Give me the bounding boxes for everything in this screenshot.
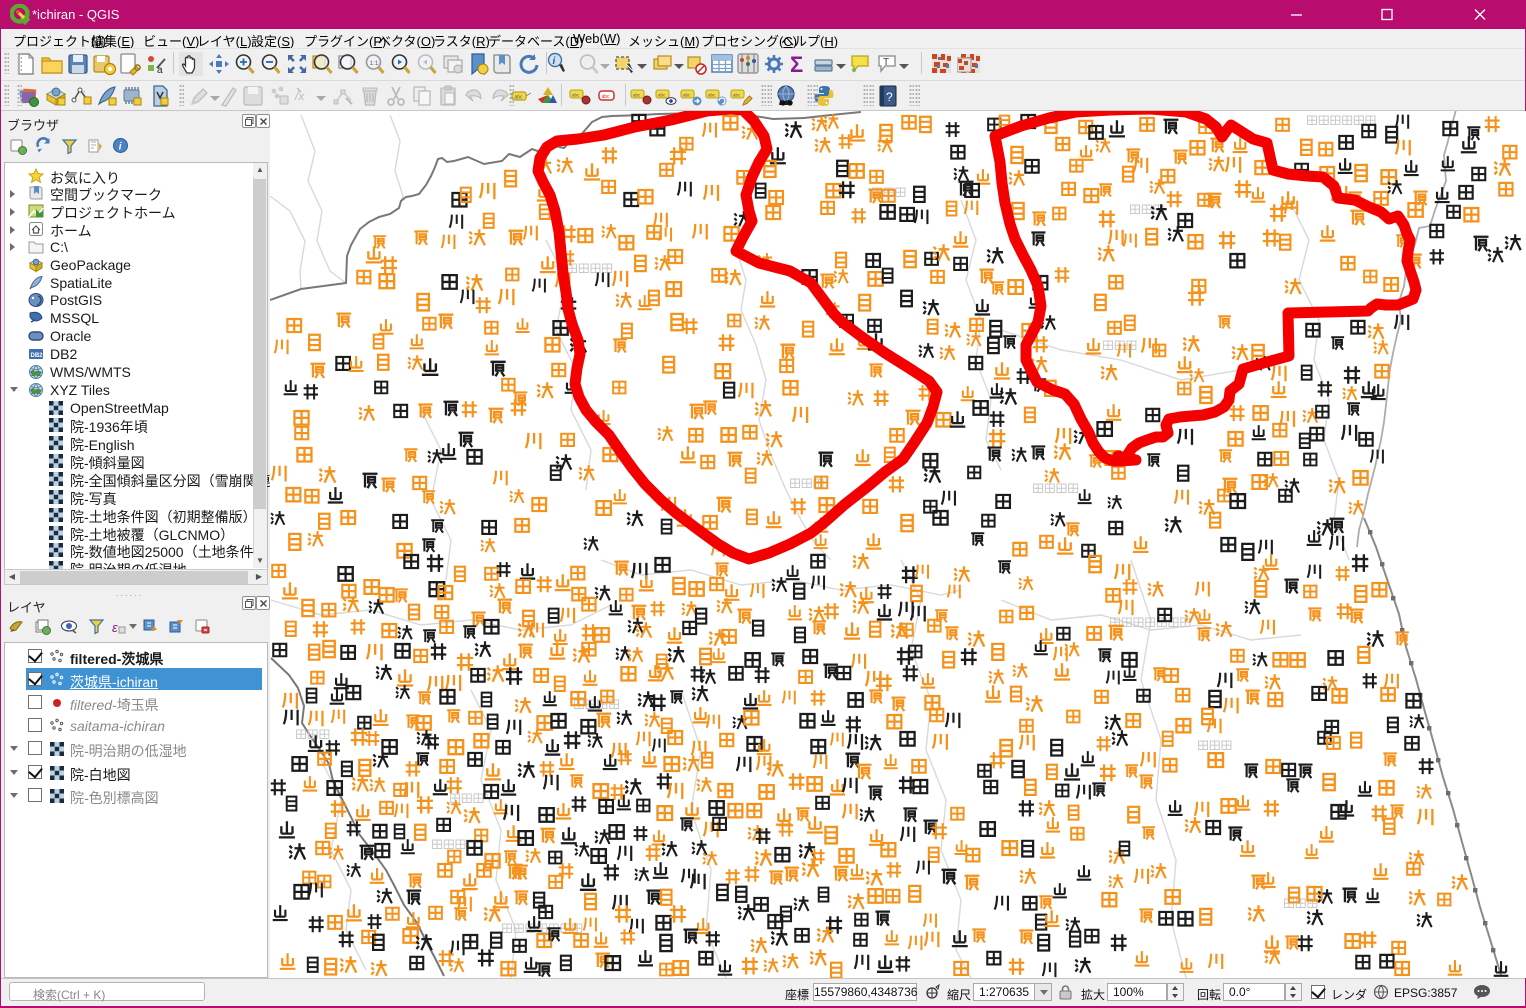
svg-text:abc: abc — [683, 93, 691, 98]
svg-text:abc: abc — [602, 94, 611, 100]
svg-text:?: ? — [886, 90, 893, 104]
svg-text:abc: abc — [733, 93, 741, 98]
svg-text:DB2: DB2 — [31, 353, 44, 359]
svg-text:abc: abc — [515, 95, 524, 101]
svg-text:abc: abc — [708, 93, 716, 98]
svg-text:i: i — [119, 142, 122, 153]
svg-text:.: . — [83, 85, 85, 94]
svg-text:a: a — [157, 65, 163, 76]
svg-text:abc: abc — [633, 93, 641, 98]
svg-text:i: i — [553, 56, 556, 67]
svg-text:ε: ε — [112, 620, 118, 635]
svg-text:1:1: 1:1 — [370, 60, 379, 67]
svg-text:T: T — [883, 57, 889, 68]
svg-text:abc: abc — [572, 93, 580, 98]
svg-text:abc: abc — [658, 93, 666, 98]
svg-text:Σ: Σ — [790, 52, 803, 76]
